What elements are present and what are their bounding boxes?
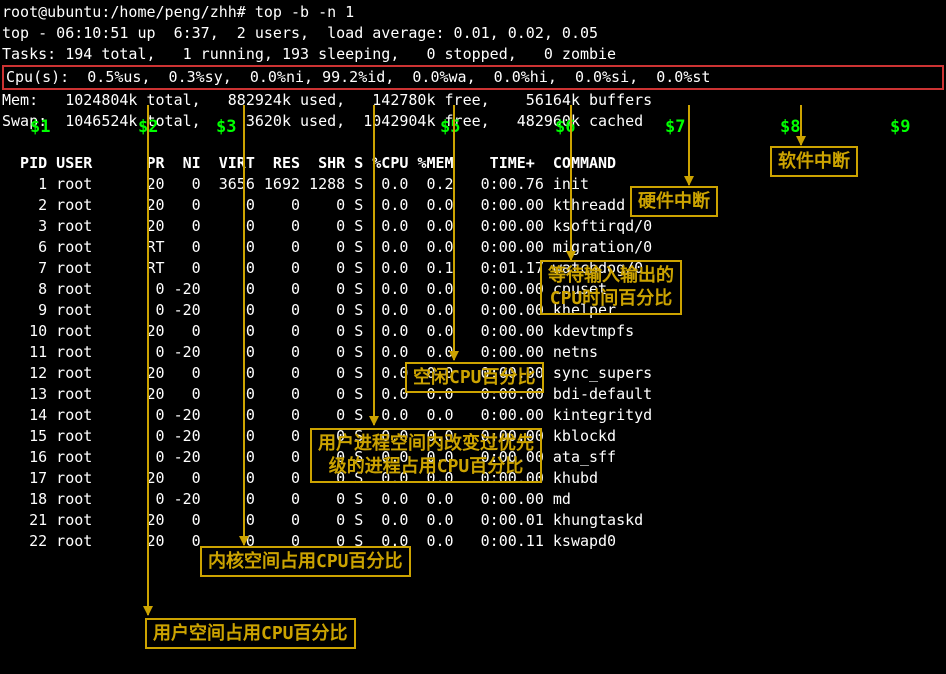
process-row: 11 root 0 -20 0 0 0 S 0.0 0.0 0:00.00 ne… [2, 342, 944, 363]
mem-line: Mem: 1024804k total, 882924k used, 14278… [2, 90, 944, 111]
top-line: top - 06:10:51 up 6:37, 2 users, load av… [2, 23, 944, 44]
annot-hard-irq: 硬件中断 [630, 186, 718, 217]
marker-1: $1 [30, 116, 50, 140]
prompt-line: root@ubuntu:/home/peng/zhh# top -b -n 1 [2, 2, 944, 23]
process-row: 2 root 20 0 0 0 0 S 0.0 0.0 0:00.00 kthr… [2, 195, 944, 216]
arrow-nice [373, 105, 375, 425]
annot-user: 用户空间占用CPU百分比 [145, 618, 356, 649]
arrow-kernel [243, 105, 245, 545]
annot-io-wait: 等待输入输出的 CPU时间百分比 [540, 260, 682, 315]
arrow-user [147, 105, 149, 615]
process-row: 8 root 0 -20 0 0 0 S 0.0 0.0 0:00.00 cpu… [2, 279, 944, 300]
process-row: 7 root RT 0 0 0 0 S 0.0 0.1 0:01.17 watc… [2, 258, 944, 279]
arrow-softirq [800, 105, 802, 145]
process-row: 21 root 20 0 0 0 0 S 0.0 0.0 0:00.01 khu… [2, 510, 944, 531]
marker-3: $3 [216, 116, 236, 140]
process-row: 3 root 20 0 0 0 0 S 0.0 0.0 0:00.00 ksof… [2, 216, 944, 237]
tasks-line: Tasks: 194 total, 1 running, 193 sleepin… [2, 44, 944, 65]
process-row: 6 root RT 0 0 0 0 S 0.0 0.0 0:00.00 migr… [2, 237, 944, 258]
cpu-line-box: Cpu(s): 0.5%us, 0.3%sy, 0.0%ni, 99.2%id,… [2, 65, 944, 90]
arrow-iowait [570, 105, 572, 260]
arrow-hardirq [688, 105, 690, 185]
arrow-idle [453, 105, 455, 360]
marker-6: $6 [555, 116, 575, 140]
annot-soft-irq: 软件中断 [770, 146, 858, 177]
marker-7: $7 [665, 116, 685, 140]
marker-5: $5 [440, 116, 460, 140]
process-row: 10 root 20 0 0 0 0 S 0.0 0.0 0:00.00 kde… [2, 321, 944, 342]
annot-nice: 用户进程空间内改变过优先 级的进程占用CPU百分比 [310, 428, 542, 483]
marker-9: $9 [890, 116, 910, 140]
process-row: 18 root 0 -20 0 0 0 S 0.0 0.0 0:00.00 md [2, 489, 944, 510]
annot-idle: 空闲CPU百分比 [405, 362, 544, 393]
process-row: 22 root 20 0 0 0 0 S 0.0 0.0 0:00.11 ksw… [2, 531, 944, 552]
annot-kernel: 内核空间占用CPU百分比 [200, 546, 411, 577]
process-row: 14 root 0 -20 0 0 0 S 0.0 0.0 0:00.00 ki… [2, 405, 944, 426]
process-row: 9 root 0 -20 0 0 0 S 0.0 0.0 0:00.00 khe… [2, 300, 944, 321]
